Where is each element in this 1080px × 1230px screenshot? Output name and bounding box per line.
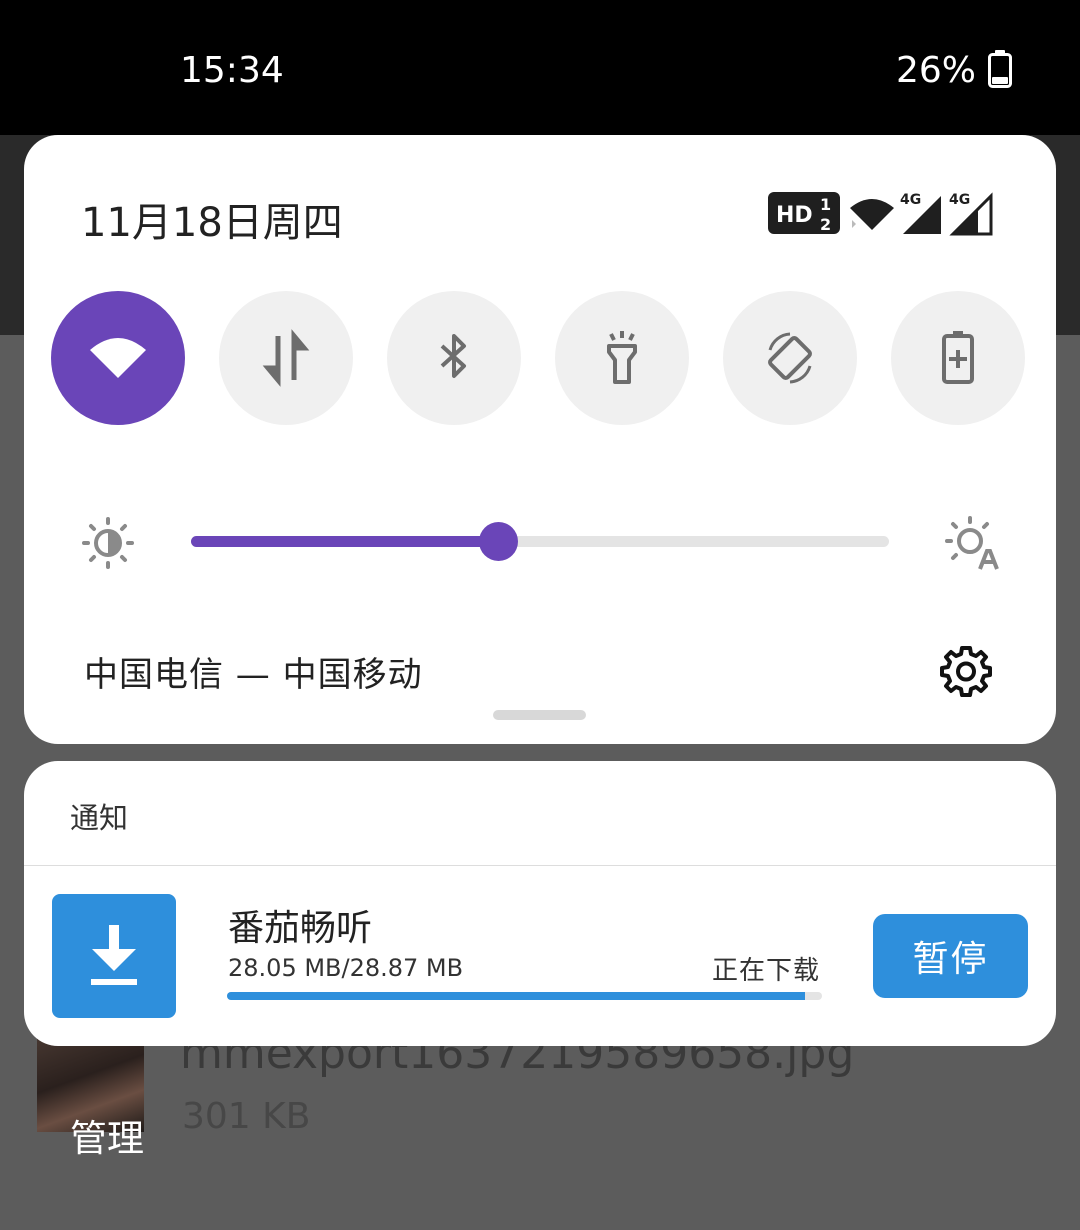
auto-rotate-icon	[768, 332, 812, 384]
brightness-slider[interactable]	[191, 522, 889, 561]
sim1-label: 1	[820, 195, 831, 214]
notification-title: 番茄畅听	[228, 908, 373, 949]
carrier-label: 中国电信 — 中国移动	[84, 655, 423, 695]
flashlight-icon	[607, 331, 637, 384]
app-icon	[52, 894, 176, 1018]
tile-flashlight[interactable]	[555, 291, 689, 425]
tile-mobile-data[interactable]	[219, 291, 353, 425]
wifi-signal-icon	[850, 199, 894, 230]
brightness-low-icon	[82, 517, 134, 569]
date-label[interactable]: 11月18日周四	[81, 190, 343, 248]
notifications-header: 通知	[70, 801, 129, 835]
hd-label: HD	[776, 203, 813, 228]
manage-label[interactable]: 管理	[70, 1108, 144, 1162]
download-progress-fill	[227, 992, 806, 1000]
status-time: 15:34	[180, 50, 284, 91]
download-progress-bar	[227, 992, 822, 1000]
tile-bluetooth[interactable]	[387, 291, 521, 425]
tile-battery-saver[interactable]	[891, 291, 1025, 425]
download-icon	[91, 925, 137, 985]
divider	[24, 865, 1056, 866]
bluetooth-icon	[440, 334, 466, 378]
tile-wifi[interactable]	[51, 291, 185, 425]
notification-panel: 通知 番茄畅听 28.05 MB/28.87 MB 正在下载 暂停	[24, 761, 1056, 1046]
hd-volte-icon: HD 1 2	[768, 192, 840, 234]
download-progress-text: 28.05 MB/28.87 MB	[228, 954, 464, 982]
quick-settings-panel: 11月18日周四 HD 1 2 4G 4G 中国电信 — 中国移动	[24, 135, 1056, 744]
battery-percent: 26%	[895, 50, 976, 91]
drag-handle[interactable]	[493, 710, 586, 720]
file-size: 301 KB	[182, 1096, 311, 1137]
mobile-data-icon	[262, 329, 310, 387]
download-status: 正在下载	[712, 956, 821, 986]
brightness-slider-fill	[191, 536, 499, 547]
brightness-slider-thumb[interactable]	[479, 522, 519, 561]
network1-label: 4G	[900, 192, 921, 208]
battery-saver-icon	[942, 331, 974, 384]
network2-label: 4G	[949, 192, 970, 208]
settings-gear-icon[interactable]	[940, 645, 992, 697]
wifi-icon	[90, 338, 146, 378]
sim2-label: 2	[820, 215, 831, 234]
tile-auto-rotate[interactable]	[723, 291, 857, 425]
battery-icon	[988, 50, 1012, 88]
pause-button[interactable]: 暂停	[873, 914, 1028, 998]
cell-signal-2-icon: 4G	[949, 192, 993, 236]
cell-signal-1-icon: 4G	[900, 192, 941, 234]
status-bar: 15:34 26%	[0, 0, 1080, 135]
signal-indicators: HD 1 2 4G 4G	[768, 192, 993, 236]
auto-brightness-icon[interactable]	[944, 515, 1000, 571]
